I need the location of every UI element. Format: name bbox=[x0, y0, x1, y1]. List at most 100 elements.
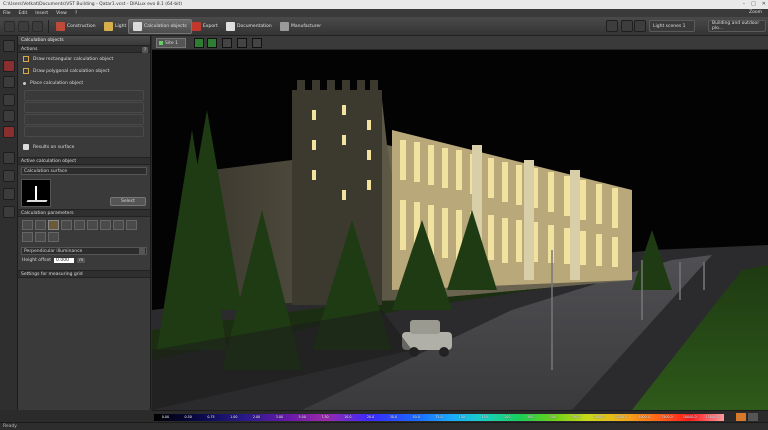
legend-value: 50.0 bbox=[412, 415, 420, 419]
rectangle-tool-icon[interactable] bbox=[3, 60, 15, 72]
legend-value: 750.0 bbox=[571, 415, 581, 419]
light-scenes-value: Light scenes 1 bbox=[653, 23, 686, 29]
action-place-object[interactable]: Place calculation object bbox=[18, 77, 150, 89]
viewport-toolbar: Site 1 bbox=[152, 36, 768, 50]
dropdown-icon bbox=[139, 248, 145, 254]
param-type-select[interactable]: Perpendicular illuminance bbox=[21, 247, 147, 255]
tab-label: Light bbox=[115, 24, 127, 29]
site-label: Site 1 bbox=[165, 40, 178, 46]
legend-settings-icon[interactable] bbox=[748, 413, 758, 421]
cylinder-icon[interactable] bbox=[87, 220, 98, 230]
rectangle-icon bbox=[23, 56, 29, 62]
view-3d-icon[interactable] bbox=[194, 38, 204, 48]
measure-icon[interactable] bbox=[48, 232, 59, 242]
height-offset-input[interactable]: 0.000 bbox=[54, 258, 75, 263]
daylight-icon[interactable] bbox=[35, 232, 46, 242]
documentation-icon bbox=[226, 22, 235, 31]
tab-manufacturer[interactable]: Manufacturer bbox=[276, 19, 325, 34]
fit-view-icon[interactable] bbox=[237, 38, 247, 48]
construction-icon bbox=[56, 22, 65, 31]
room-tool-icon[interactable] bbox=[3, 110, 15, 122]
grid-settings-section[interactable]: Settings for measuring grid bbox=[18, 270, 150, 278]
menu-bar: File Edit Insert View ? Zoom bbox=[0, 9, 768, 17]
door-tool-icon[interactable] bbox=[3, 188, 15, 200]
polygon-icon bbox=[23, 68, 29, 74]
camera-icon[interactable] bbox=[113, 220, 124, 230]
save-button[interactable] bbox=[32, 21, 43, 32]
tab-label: Calculation objects bbox=[144, 24, 187, 29]
status-text: Ready bbox=[3, 424, 17, 429]
params-section-label: Calculation parameters bbox=[21, 210, 74, 216]
legend-value: 2000.0 bbox=[615, 415, 628, 419]
undo-button[interactable] bbox=[4, 21, 15, 32]
legend-value: 5.00 bbox=[298, 415, 306, 419]
disabled-option bbox=[24, 126, 144, 137]
action-draw-polygonal[interactable]: Draw polygonal calculation object bbox=[18, 65, 150, 77]
close-button[interactable]: ✕ bbox=[762, 1, 766, 7]
3d-viewport[interactable]: Site 1 bbox=[152, 36, 768, 410]
ugr-icon[interactable] bbox=[22, 232, 33, 242]
luminance-icon[interactable] bbox=[74, 220, 85, 230]
light-scenes-select[interactable]: Light scenes 1 bbox=[649, 20, 695, 32]
building-select-value: Building and outdoor plo... bbox=[712, 21, 760, 31]
camera-icon[interactable] bbox=[222, 38, 232, 48]
edit-icon[interactable] bbox=[3, 40, 15, 52]
menu-help[interactable]: ? bbox=[75, 11, 77, 16]
select-button[interactable]: Select bbox=[110, 197, 146, 206]
zoom-label[interactable]: Zoom bbox=[749, 10, 762, 15]
color-scale: 0.00 0.50 0.75 1.00 2.00 3.00 5.00 7.50 10.0 20.0… bbox=[154, 414, 724, 421]
zoom-icon[interactable] bbox=[252, 38, 262, 48]
horizontal-icon[interactable] bbox=[61, 220, 72, 230]
window-title: C:\Users\Vetkat\Documents\VST Building -… bbox=[3, 2, 183, 7]
color-icon[interactable] bbox=[634, 20, 646, 32]
illuminance-icon[interactable] bbox=[22, 220, 33, 230]
tab-calculation-objects[interactable]: Calculation objects bbox=[128, 19, 192, 34]
actions-section[interactable]: Actions ? bbox=[18, 45, 150, 53]
menu-insert[interactable]: Insert bbox=[35, 11, 48, 16]
calc-params-section[interactable]: Calculation parameters bbox=[18, 209, 150, 217]
legend-value: 7.50 bbox=[321, 415, 329, 419]
tab-construction[interactable]: Construction bbox=[52, 19, 100, 34]
help-icon[interactable]: ? bbox=[142, 47, 148, 53]
light-icon bbox=[104, 22, 113, 31]
active-object-section[interactable]: Active calculation object bbox=[18, 157, 150, 165]
building-select[interactable]: Building and outdoor plo... bbox=[708, 20, 766, 32]
action-draw-rectangular[interactable]: Draw rectangular calculation object bbox=[18, 53, 150, 65]
tab-export[interactable]: Export bbox=[188, 19, 222, 34]
redo-button[interactable] bbox=[18, 21, 29, 32]
disabled-option bbox=[24, 114, 144, 125]
vertical-icon[interactable] bbox=[48, 220, 59, 230]
maximize-button[interactable]: □ bbox=[751, 1, 756, 7]
calculation-objects-icon bbox=[133, 22, 142, 31]
active-section-label: Active calculation object bbox=[21, 158, 77, 164]
legend-color-icon[interactable] bbox=[736, 413, 746, 421]
semi-cylinder-icon[interactable] bbox=[100, 220, 111, 230]
glare-icon[interactable] bbox=[35, 220, 46, 230]
calculation-tool-icon[interactable] bbox=[3, 126, 15, 138]
legend-value: 0.75 bbox=[207, 415, 215, 419]
polygon-tool-icon[interactable] bbox=[3, 76, 15, 88]
window-tool-icon[interactable] bbox=[3, 170, 15, 182]
light-bulb-icon[interactable] bbox=[606, 20, 618, 32]
manufacturer-icon bbox=[280, 22, 289, 31]
menu-view[interactable]: View bbox=[56, 11, 67, 16]
sun-icon[interactable] bbox=[621, 20, 633, 32]
minimize-button[interactable]: – bbox=[743, 1, 746, 7]
site-select[interactable]: Site 1 bbox=[156, 38, 186, 48]
menu-file[interactable]: File bbox=[3, 11, 11, 16]
view-plan-icon[interactable] bbox=[207, 38, 217, 48]
object-tool-icon[interactable] bbox=[3, 152, 15, 164]
active-object-name[interactable]: Calculation surface bbox=[21, 167, 147, 175]
tab-light[interactable]: Light bbox=[100, 19, 130, 34]
layer-tool-icon[interactable] bbox=[3, 206, 15, 218]
road-icon[interactable] bbox=[126, 220, 137, 230]
illuminance-legend: 0.00 0.50 0.75 1.00 2.00 3.00 5.00 7.50 10.0 20.0… bbox=[152, 410, 768, 422]
menu-edit[interactable]: Edit bbox=[19, 11, 28, 16]
wall-tool-icon[interactable] bbox=[3, 94, 15, 106]
param-type-value: Perpendicular illuminance bbox=[24, 249, 83, 254]
tab-documentation[interactable]: Documentation bbox=[222, 19, 276, 34]
legend-value: 1.00 bbox=[230, 415, 238, 419]
height-offset-row: Height offset 0.000 m bbox=[18, 257, 150, 264]
legend-value: 300 bbox=[527, 415, 534, 419]
results-on-surface[interactable]: Results on surface bbox=[18, 141, 150, 153]
